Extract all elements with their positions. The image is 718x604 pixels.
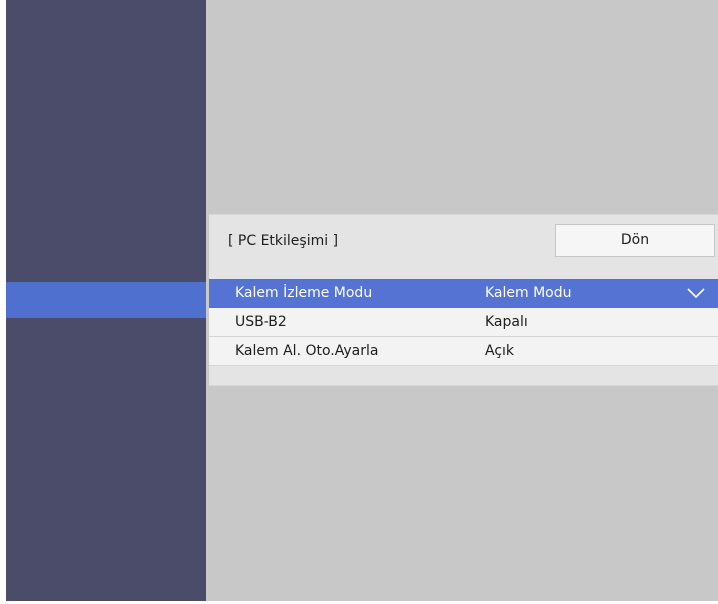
menu-row-label: Kalem Al. Oto.Ayarla xyxy=(235,343,379,359)
chevron-down-icon[interactable] xyxy=(686,283,706,303)
back-button[interactable]: Dön xyxy=(555,224,715,257)
settings-menu: Kalem İzleme Modu Kalem Modu USB-B2 Kapa… xyxy=(209,279,718,375)
pc-interaction-panel: [ PC Etkileşimi ] Dön Kalem İzleme Modu … xyxy=(209,214,718,386)
projector-menu-screen: [ PC Etkileşimi ] Dön Kalem İzleme Modu … xyxy=(0,0,718,604)
menu-row-pen-tracking-mode[interactable]: Kalem İzleme Modu Kalem Modu xyxy=(209,279,718,308)
main-area: [ PC Etkileşimi ] Dön Kalem İzleme Modu … xyxy=(206,0,718,601)
menu-row-label: Kalem İzleme Modu xyxy=(235,285,373,301)
menu-spacer xyxy=(209,366,718,375)
menu-row-value: Açık xyxy=(485,343,515,359)
sidebar xyxy=(6,0,206,601)
panel-title: [ PC Etkileşimi ] xyxy=(228,233,339,249)
menu-row-pen-auto-adjust[interactable]: Kalem Al. Oto.Ayarla Açık xyxy=(209,337,718,366)
menu-row-usb-b2[interactable]: USB-B2 Kapalı xyxy=(209,308,718,337)
menu-row-value: Kapalı xyxy=(485,314,528,330)
sidebar-selected-item[interactable] xyxy=(6,282,206,318)
menu-row-label: USB-B2 xyxy=(235,314,287,330)
menu-row-value: Kalem Modu xyxy=(485,285,572,301)
